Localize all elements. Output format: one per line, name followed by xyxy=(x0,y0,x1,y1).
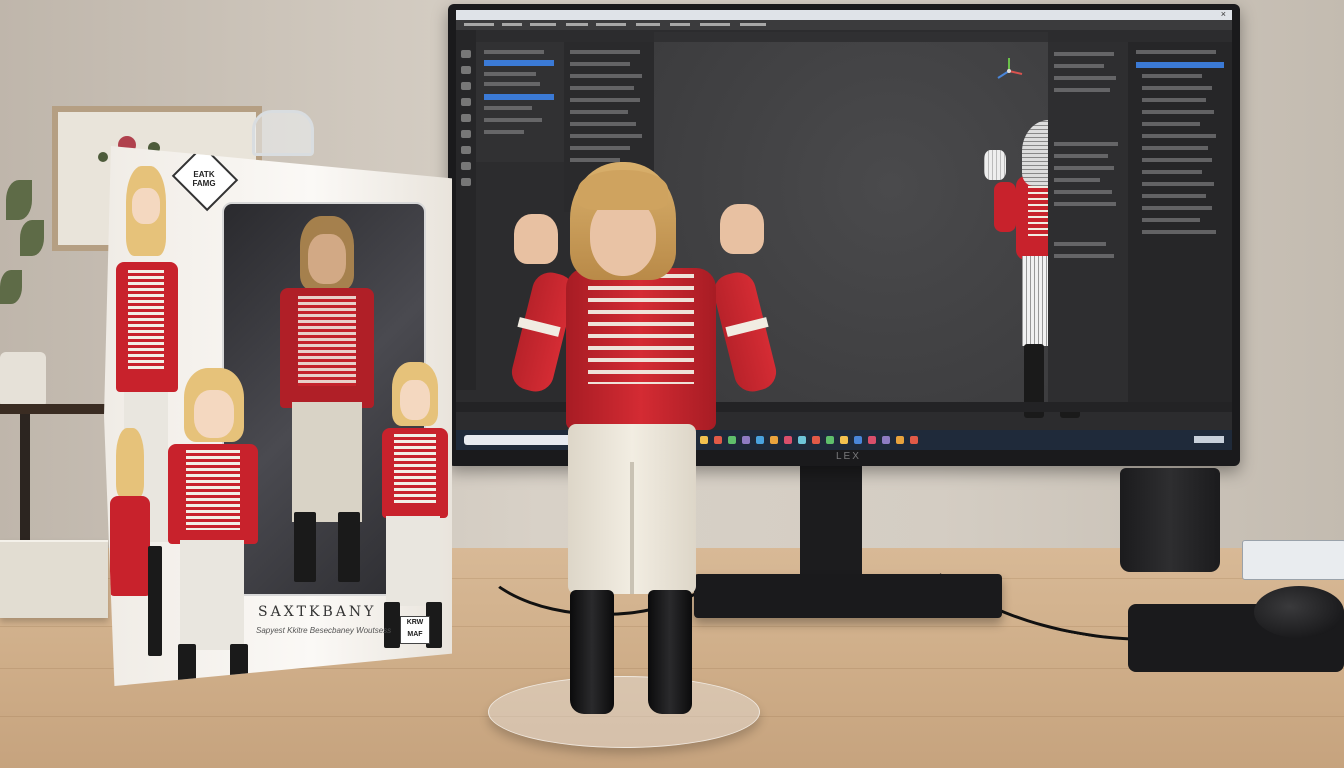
monitor-brand-logo: LEX xyxy=(836,451,861,462)
wire-arm-left xyxy=(994,182,1016,232)
box-hanger-tab xyxy=(252,110,314,156)
app-menu-bar xyxy=(456,20,1232,30)
app-icon[interactable] xyxy=(826,436,834,444)
plant-leaf xyxy=(20,220,44,256)
figure-hand-right xyxy=(720,204,764,254)
box-art-figure-center xyxy=(164,368,284,686)
app-icon[interactable] xyxy=(896,436,904,444)
right-outliner-panel xyxy=(1128,42,1232,402)
figure-boot-left xyxy=(570,590,614,714)
black-mug xyxy=(1120,468,1220,572)
browser-tab-strip: × xyxy=(456,10,1232,20)
properties-panel xyxy=(1048,42,1128,402)
app-icon[interactable] xyxy=(812,436,820,444)
figure-braid xyxy=(588,274,694,384)
paper-stack xyxy=(0,540,108,618)
app-icon[interactable] xyxy=(882,436,890,444)
box-badge: KRW MAF xyxy=(400,616,430,644)
figure-box: EATK FAMG SAXTKBANY Sapyest Kkitre Besec… xyxy=(104,146,452,686)
app-icon[interactable] xyxy=(910,436,918,444)
box-subtitle: Sapyest Kkitre Besecbaney Woutsess xyxy=(256,626,392,635)
app-icon[interactable] xyxy=(798,436,806,444)
app-icon[interactable] xyxy=(854,436,862,444)
shelf-leg xyxy=(20,414,30,554)
viewport-header xyxy=(654,32,1048,42)
app-icon[interactable] xyxy=(840,436,848,444)
action-figure xyxy=(506,162,780,722)
side-shelf xyxy=(0,404,110,414)
taskbar-clock xyxy=(1194,436,1224,443)
figure-boot-right xyxy=(648,590,692,714)
tool-shelf xyxy=(456,30,476,390)
monitor-stand-neck xyxy=(800,466,862,578)
figure-pants-seam xyxy=(630,462,634,594)
figure-bangs xyxy=(578,170,668,210)
plant-pot xyxy=(0,352,46,408)
figure-hand-left xyxy=(514,214,558,264)
plant-leaf xyxy=(6,180,32,220)
wire-hand-left xyxy=(984,150,1006,180)
scene-outliner-panel xyxy=(476,42,564,162)
plant-leaf xyxy=(0,270,22,304)
box-logo-text: EATK FAMG xyxy=(192,170,216,188)
computer-mouse xyxy=(1254,586,1344,638)
box-art-figure-right xyxy=(368,362,452,652)
close-icon[interactable]: × xyxy=(1221,10,1226,19)
notebook xyxy=(1242,540,1344,580)
box-title: SAXTKBANY xyxy=(258,604,377,620)
app-icon[interactable] xyxy=(868,436,876,444)
navigation-gizmo-icon[interactable] xyxy=(994,56,1024,86)
app-icon[interactable] xyxy=(784,436,792,444)
